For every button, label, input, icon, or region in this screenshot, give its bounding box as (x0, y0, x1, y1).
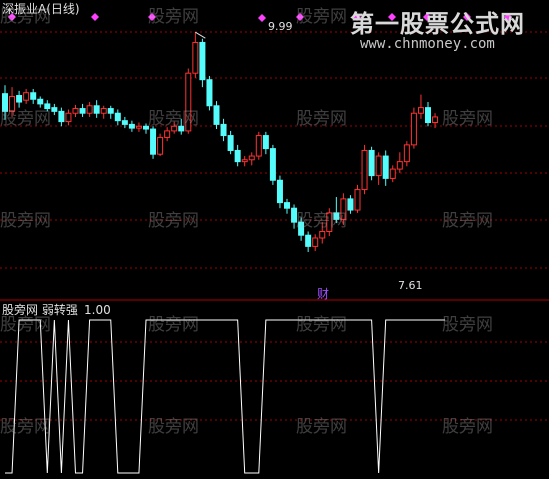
watermark-text: 股旁网 (442, 109, 493, 129)
watermark-text: 股旁网 (296, 315, 347, 335)
candle-body (199, 41, 206, 81)
candle-body (347, 198, 354, 211)
watermark-text: 股旁网 (0, 7, 51, 27)
candle-body (220, 123, 227, 137)
candle-body (30, 92, 37, 100)
candle-body (234, 149, 241, 163)
candle-body (276, 179, 283, 204)
watermark-text: 股旁网 (442, 417, 493, 437)
signal-diamond (91, 13, 99, 21)
watermark-text: 股旁网 (148, 7, 199, 27)
high-pointer (195, 31, 206, 39)
candle-body (410, 112, 417, 146)
cai-marker[interactable]: 财 (317, 287, 329, 301)
candle-body (65, 112, 72, 123)
signal-diamond (258, 14, 266, 22)
candle-body (213, 105, 220, 125)
candle-body (157, 136, 164, 155)
watermark-text: 股旁网 (296, 7, 347, 27)
watermark-text: 股旁网 (296, 211, 347, 231)
candle-body (100, 108, 107, 114)
candle-body (79, 108, 86, 114)
candle-body (150, 128, 157, 155)
candle-body (93, 105, 100, 114)
indicator-value: 1.00 (84, 303, 111, 317)
brand-watermark: 第一股票公式网 www.chnmoney.com (350, 4, 546, 60)
candle-body (262, 135, 269, 150)
watermark-text: 股旁网 (148, 109, 199, 129)
candle-body (354, 189, 361, 211)
watermark-text: 股旁网 (442, 315, 493, 335)
watermark-text: 股旁网 (148, 417, 199, 437)
candle-body (23, 92, 30, 101)
candle-body (389, 168, 396, 179)
candle-body (432, 116, 439, 124)
candle-body (361, 149, 368, 191)
candle-body (425, 107, 431, 124)
candle-body (382, 155, 389, 179)
candle-body (107, 108, 114, 114)
watermark-text: 股旁网 (0, 109, 51, 129)
candle-body (227, 135, 234, 151)
candle-body (417, 107, 424, 114)
candle-body (403, 144, 410, 163)
candle-body (16, 95, 23, 103)
watermark-text: 股旁网 (0, 211, 51, 231)
watermark-text: 股旁网 (0, 417, 51, 437)
candle-body (86, 105, 93, 114)
low-price-label: 7.61 (398, 279, 423, 292)
candle-body (164, 130, 171, 138)
candle-body (72, 108, 79, 114)
candle-body (241, 159, 248, 163)
candle-body (58, 110, 65, 123)
candle-body (206, 79, 213, 107)
candle-body (128, 123, 135, 129)
watermark-text: 股旁网 (148, 315, 199, 335)
indicator-line (5, 319, 446, 474)
brand-url: www.chnmoney.com (360, 36, 495, 52)
high-price-label: 9.99 (268, 20, 293, 33)
candle-body (269, 148, 276, 181)
candle-body (192, 41, 199, 74)
candle-body (114, 112, 121, 122)
watermark-text: 股旁网 (0, 315, 51, 335)
brand-name: 第一股票公式网 (350, 10, 525, 38)
candle-body (312, 237, 319, 247)
watermark-text: 股旁网 (296, 417, 347, 437)
watermark-text: 股旁网 (148, 211, 199, 231)
watermark-text: 股旁网 (442, 211, 493, 231)
watermark-text: 股旁网 (296, 109, 347, 129)
candle-body (121, 120, 128, 125)
candle-body (284, 202, 290, 209)
candle-body (51, 107, 58, 112)
candle-body (135, 125, 142, 129)
candle-body (396, 161, 403, 170)
candle-body (255, 135, 262, 157)
candle-body (368, 149, 375, 177)
stock-chart (0, 13, 549, 474)
candle-body (375, 155, 382, 177)
candle-body (305, 234, 312, 247)
candle-body (319, 230, 326, 239)
candle-body (248, 155, 255, 161)
